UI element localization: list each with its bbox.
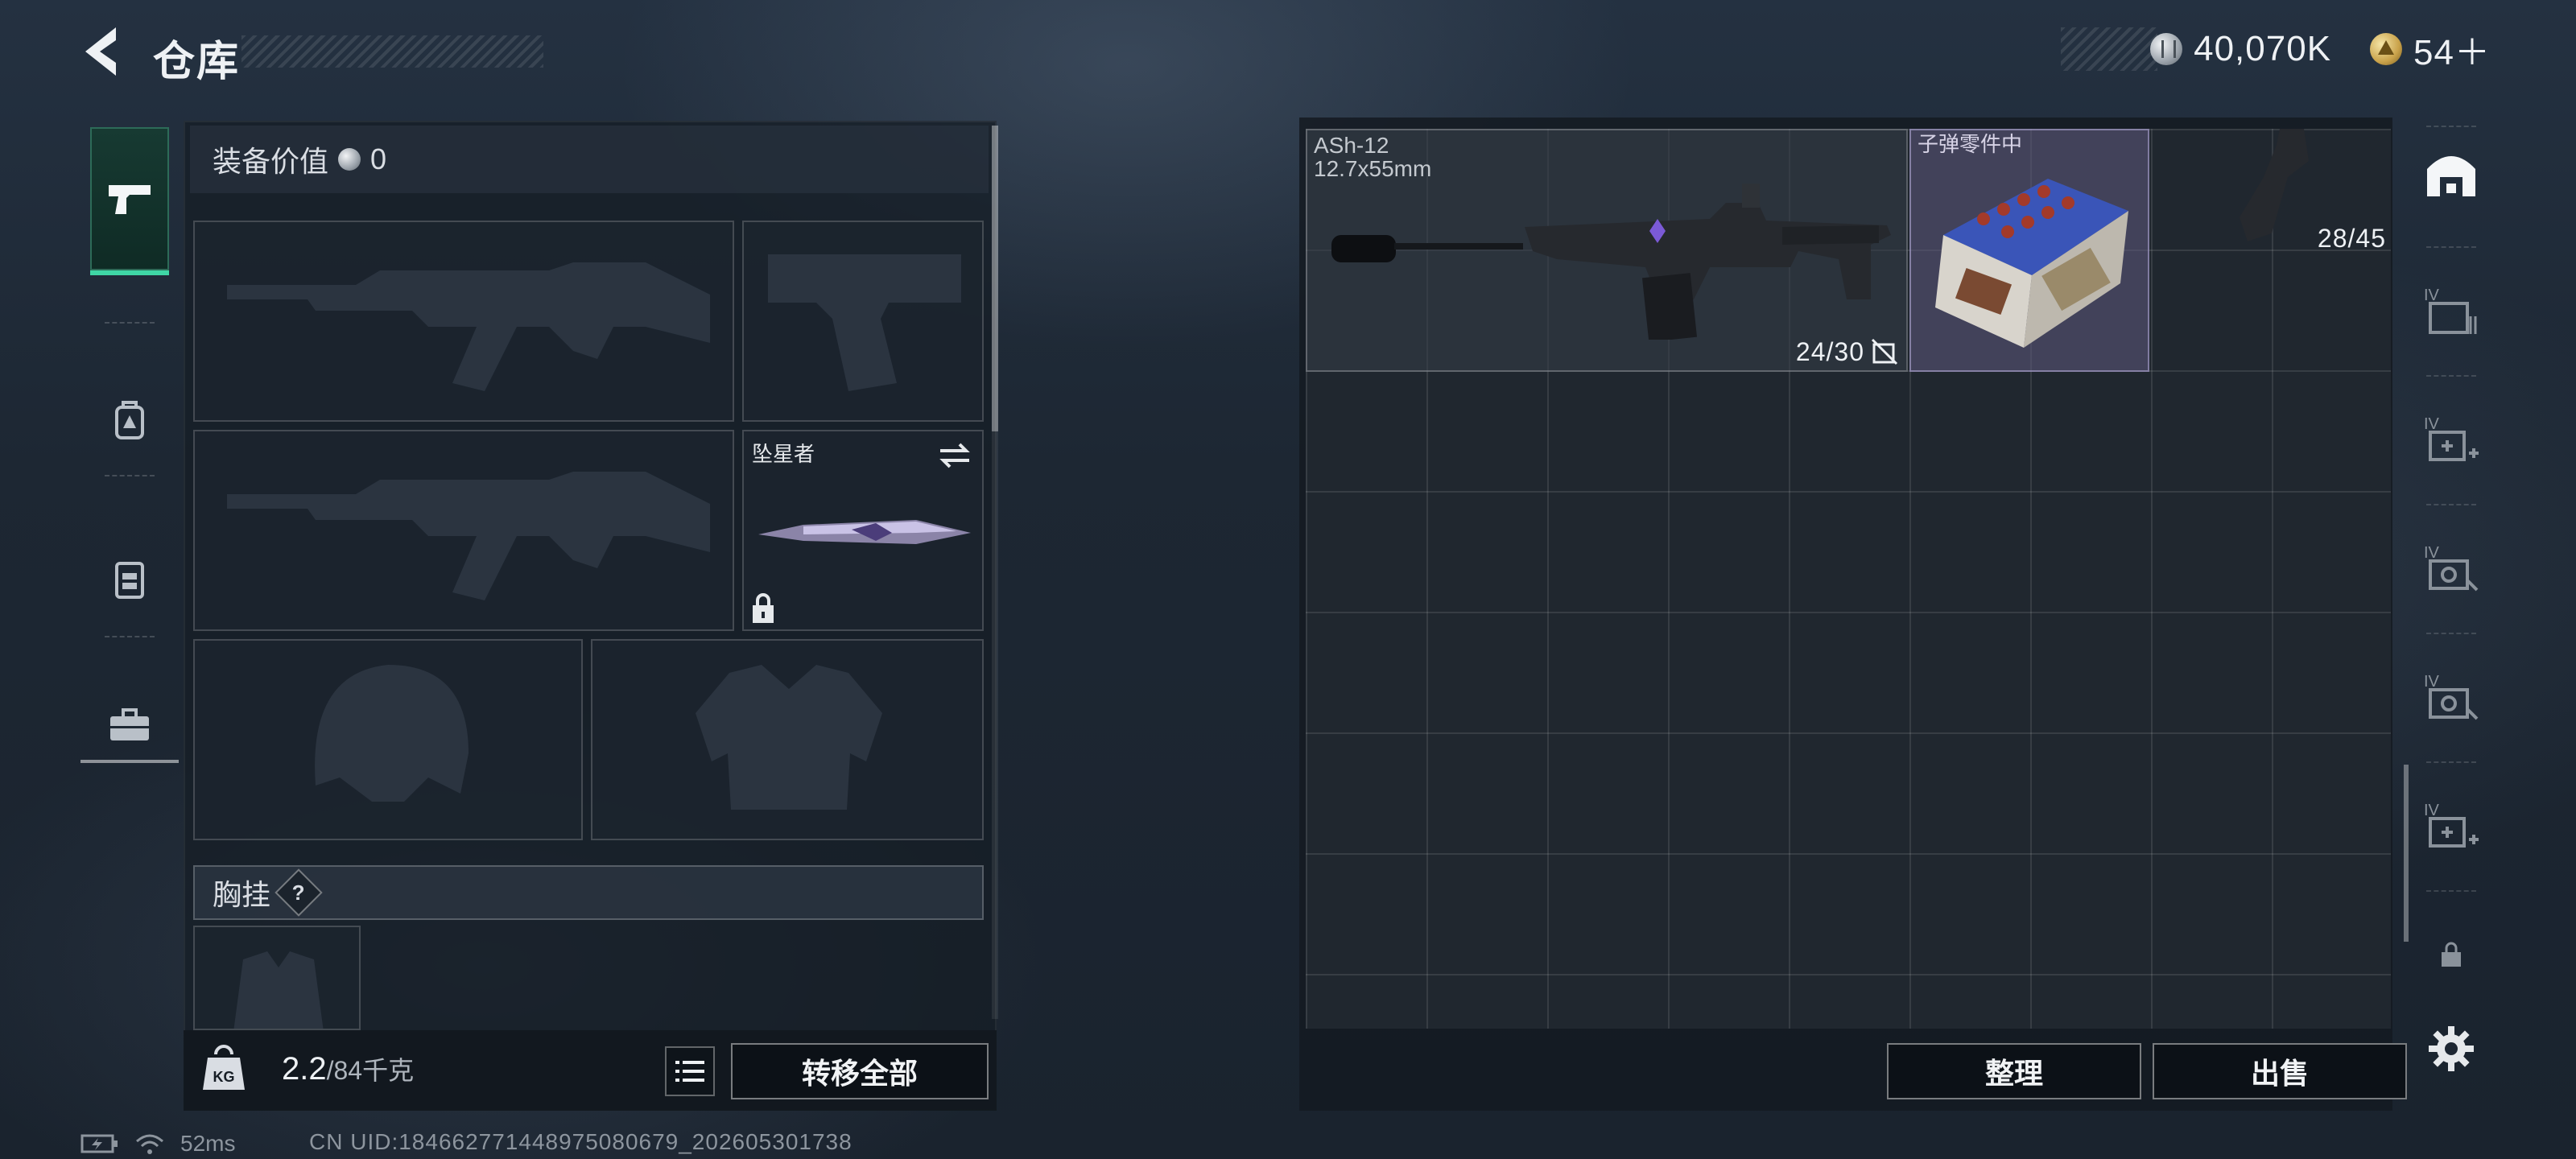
svg-text:IV: IV (2424, 544, 2440, 562)
storage-tab-main[interactable] (2407, 126, 2496, 222)
lock-icon (753, 593, 774, 623)
back-arrow-icon (85, 27, 116, 76)
chest-rig-silhouette-icon (233, 951, 324, 1029)
page-title: 仓库 (153, 39, 241, 85)
weapon-stock-icon (2240, 129, 2309, 241)
weight-current: 2.2 (282, 1051, 327, 1087)
melee-slot[interactable]: 坠星者 (742, 430, 984, 631)
sort-button[interactable]: 整理 (1887, 1043, 2141, 1099)
storage-home-icon (2427, 156, 2475, 196)
currency-bar: 40,070K 54＋ (2061, 27, 2496, 72)
equipment-value-header: 装备价值 0 (190, 126, 989, 193)
item-name-text: ASh-12 (1314, 133, 1389, 158)
storage-tabs-rail: IV IV IV IV IV (2407, 118, 2496, 1043)
storage-add-icon: IV (2424, 802, 2479, 848)
storage-tab-2[interactable]: IV (2407, 383, 2496, 496)
equipment-value-label: 装备价值 (213, 145, 329, 178)
nav-item-weapons[interactable] (90, 127, 169, 275)
currency-decoration (2061, 27, 2157, 71)
storage-tab-icon: IV (2424, 673, 2479, 720)
gear-icon (2429, 1026, 2474, 1071)
list-view-button[interactable] (665, 1046, 715, 1096)
nav-item-backpack[interactable] (90, 362, 169, 475)
svg-text:IV: IV (2424, 287, 2440, 304)
sell-button[interactable]: 出售 (2153, 1043, 2407, 1099)
chest-rig-label: 胸挂 (213, 878, 271, 911)
settings-button[interactable] (2423, 1021, 2479, 1077)
storage-item-partial[interactable]: 28/45 (2151, 129, 2391, 254)
carry-weight: 2.2/84千克 (282, 1050, 414, 1087)
gold-coin-icon (2370, 33, 2403, 65)
no-magazine-icon (1871, 338, 1898, 365)
storage-tab-icon: IV (2424, 287, 2477, 334)
svg-text:KG: KG (213, 1069, 235, 1085)
primary-weapon-slot-1[interactable] (193, 221, 734, 422)
helmet-silhouette-icon (315, 665, 469, 802)
rifle-silhouette-icon (227, 472, 710, 600)
ping-value: 52ms (180, 1131, 236, 1156)
battery-icon (80, 1134, 118, 1153)
helmet-slot[interactable] (193, 639, 583, 840)
storage-tab-3[interactable]: IV (2407, 512, 2496, 625)
silver-currency-value: 40,070K (2194, 29, 2332, 68)
item-ammo-count: 28/45 (2317, 224, 2386, 253)
list-icon (675, 1061, 704, 1082)
transfer-all-button[interactable]: 转移全部 (731, 1043, 989, 1099)
melee-name: 坠星者 (752, 442, 815, 466)
rifle-ash12-icon (1331, 184, 1891, 340)
svg-text:IV: IV (2424, 415, 2440, 433)
melee-knife-icon (758, 520, 971, 544)
nav-item-vest[interactable] (90, 523, 169, 636)
armor-silhouette-icon (696, 665, 882, 810)
chest-rig-header: 胸挂 ? (193, 865, 984, 920)
storage-tab-5[interactable]: IV (2407, 769, 2496, 882)
armor-slot[interactable] (591, 639, 984, 840)
storage-item-ash12[interactable]: ASh-12 12.7x55mm 24/30 (1306, 129, 1908, 372)
equipment-value: 0 (370, 142, 387, 175)
title-decoration (242, 35, 543, 68)
pistol-icon (109, 185, 151, 214)
svg-text:IV: IV (2424, 673, 2440, 691)
primary-weapon-slot-2[interactable] (193, 430, 734, 631)
storage-tab-locked[interactable] (2407, 922, 2496, 987)
storage-tab-4[interactable]: IV (2407, 641, 2496, 753)
help-icon: ? (292, 880, 305, 905)
equipment-scrollbar-thumb[interactable] (992, 126, 998, 431)
status-bar: 52ms (80, 1129, 235, 1158)
user-uid: CN UID:18466277144897508067​9_2026053017… (309, 1129, 852, 1154)
ammo-crate-icon (1935, 179, 2128, 348)
silver-coin-icon (2150, 33, 2183, 65)
weight-max: /84千克 (326, 1056, 415, 1085)
back-button[interactable] (77, 23, 126, 80)
storage-grid[interactable]: ASh-12 12.7x55mm 24/30 子弹零件中 28/45 (1306, 129, 2391, 1029)
help-button[interactable]: ? (275, 868, 323, 917)
chest-rig-slot[interactable] (193, 926, 361, 1030)
weight-icon: KG (198, 1043, 250, 1095)
silver-coin-icon (338, 148, 361, 171)
nav-item-toolbox[interactable] (90, 684, 169, 765)
pistol-slot[interactable] (742, 221, 984, 422)
pistol-silhouette-icon (768, 254, 961, 391)
item-ammo-count: 24/30 (1795, 337, 1864, 366)
svg-text:IV: IV (2424, 802, 2440, 819)
gold-currency-value[interactable]: 54＋ (2413, 23, 2491, 75)
swap-icon[interactable] (937, 441, 972, 470)
storage-add-icon: IV (2424, 415, 2479, 461)
wifi-icon (136, 1134, 163, 1154)
rifle-silhouette-icon (227, 262, 710, 391)
left-nav (80, 121, 179, 765)
storage-item-ammo-parts[interactable]: 子弹零件中 (1909, 129, 2149, 372)
lock-icon (2442, 942, 2461, 967)
storage-tab-1[interactable]: IV (2407, 254, 2496, 367)
toolbox-icon (110, 708, 149, 740)
storage-tab-icon: IV (2424, 544, 2479, 592)
ammo-item-name: 子弹零件中 (1918, 132, 2023, 156)
vest-icon (115, 562, 144, 599)
backpack-icon (115, 401, 144, 439)
nav-divider (80, 760, 179, 763)
